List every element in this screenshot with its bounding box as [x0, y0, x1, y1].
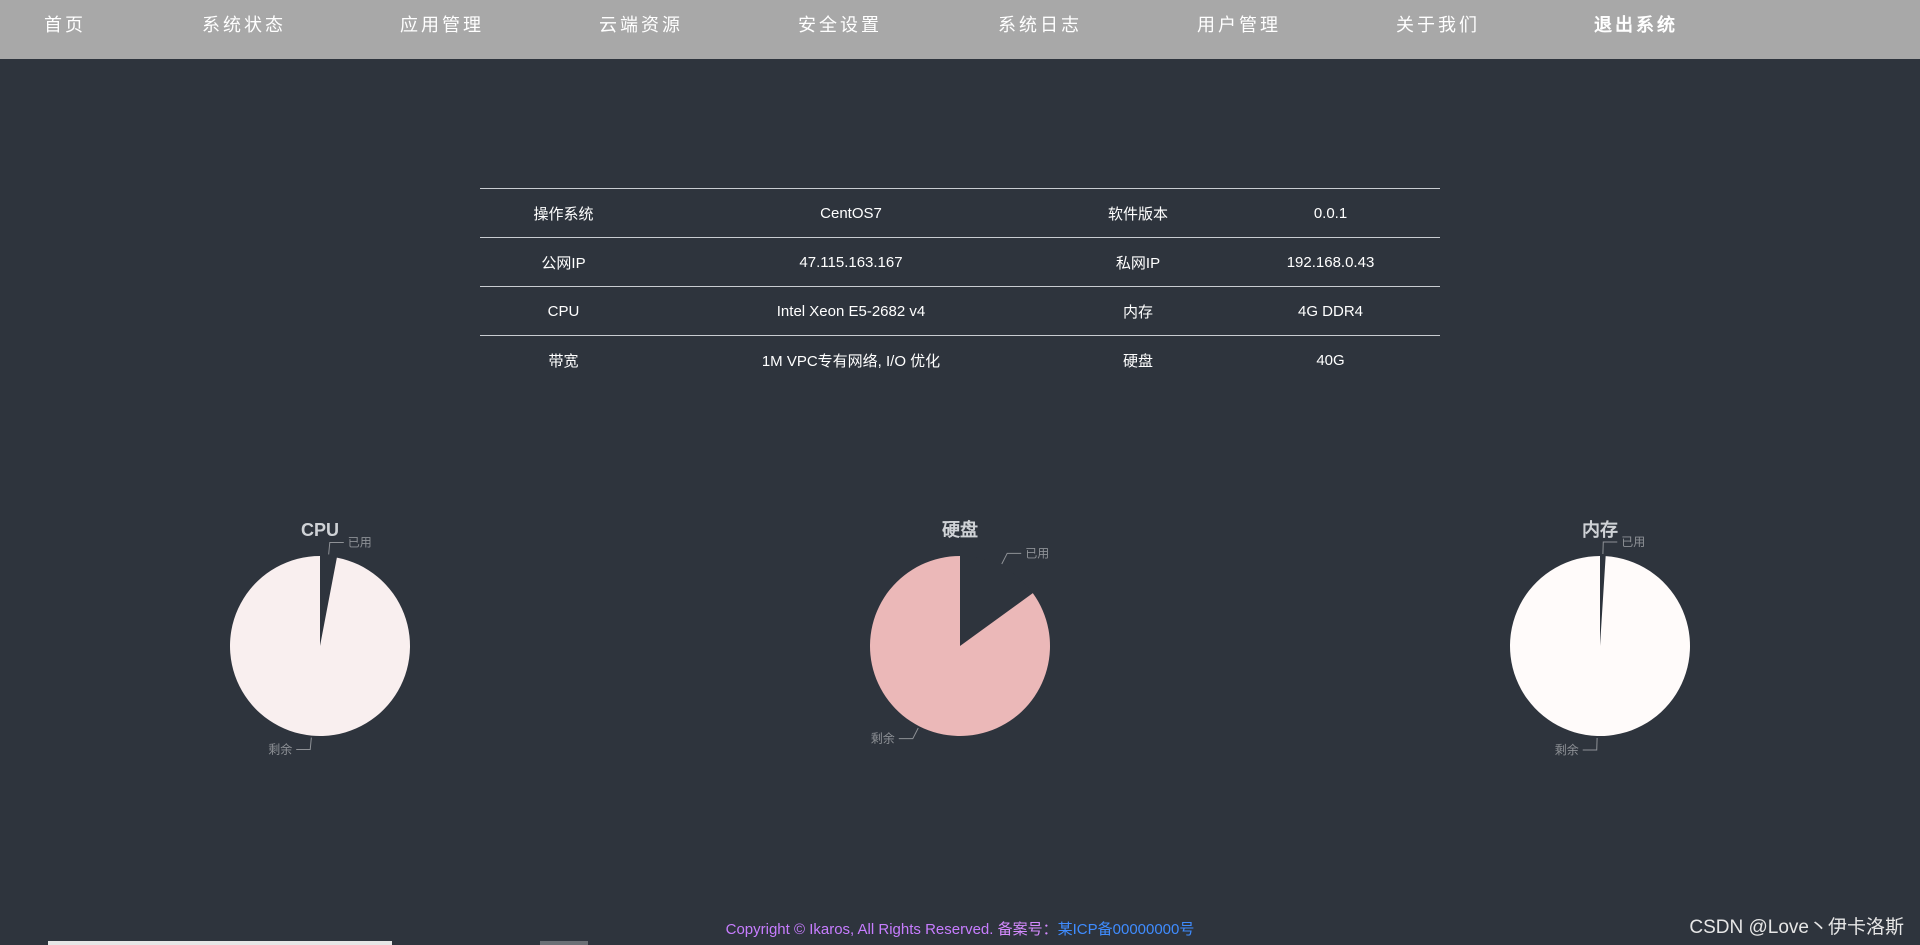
pie-label: 已用 [1621, 535, 1645, 549]
pie-label-line [898, 727, 919, 740]
info-label-software-version: 软件版本 [1055, 188, 1221, 238]
info-value-disk: 40G [1221, 335, 1440, 384]
info-value-public-ip: 47.115.163.167 [647, 237, 1055, 287]
csdn-watermark: CSDN @Love丶伊卡洛斯 [1689, 917, 1904, 938]
chart-title: 硬盘 [942, 519, 978, 540]
nav-item-system-log[interactable]: 系统日志 [998, 0, 1082, 52]
top-nav-bar: 首页 系统状态 应用管理 云端资源 安全设置 系统日志 用户管理 关于我们 退出… [0, 0, 1920, 59]
disk-pie-chart: 硬盘已用剩余 [740, 510, 1180, 790]
info-label-os: 操作系统 [480, 188, 647, 238]
nav-item-security-settings[interactable]: 安全设置 [798, 0, 882, 52]
table-row: 操作系统 CentOS7 软件版本 0.0.1 [480, 188, 1440, 238]
nav-item-about-us[interactable]: 关于我们 [1396, 0, 1480, 52]
horizontal-scrollbar-marker [540, 941, 588, 945]
nav-item-home[interactable]: 首页 [44, 0, 86, 52]
info-label-public-ip: 公网IP [480, 237, 647, 287]
pie-label: 已用 [1025, 546, 1049, 560]
info-value-os: CentOS7 [647, 188, 1055, 238]
pie-label: 剩余 [871, 731, 895, 746]
pie-label: 剩余 [1555, 742, 1579, 757]
pie-svg: 内存已用剩余 [1510, 519, 1691, 757]
info-value-software-version: 0.0.1 [1221, 188, 1440, 238]
pie-slice-free[interactable] [230, 556, 410, 736]
table-row: 公网IP 47.115.163.167 私网IP 192.168.0.43 [480, 237, 1440, 287]
info-value-memory: 4G DDR4 [1221, 286, 1440, 336]
memory-pie-chart: 内存 已用剩余 [1380, 510, 1820, 790]
horizontal-scrollbar-thumb[interactable] [48, 941, 392, 945]
server-info-table: 操作系统 CentOS7 软件版本 0.0.1 公网IP 47.115.163.… [480, 188, 1440, 384]
info-label-bandwidth: 带宽 [480, 335, 647, 384]
nav-item-app-management[interactable]: 应用管理 [400, 0, 484, 52]
footer-copyright: Copyright © Ikaros, All Rights Reserved. [725, 921, 994, 938]
pie-label-line [1602, 541, 1618, 555]
nav-item-logout[interactable]: 退出系统 [1594, 0, 1678, 52]
info-value-private-ip: 192.168.0.43 [1221, 237, 1440, 287]
pie-label: 已用 [348, 535, 372, 549]
pie-label-line [296, 737, 312, 751]
info-value-cpu: Intel Xeon E5-2682 v4 [647, 286, 1055, 336]
pie-label-line [1001, 552, 1022, 565]
table-row: CPU Intel Xeon E5-2682 v4 内存 4G DDR4 [480, 286, 1440, 336]
info-label-cpu: CPU [480, 286, 647, 336]
info-value-bandwidth: 1M VPC专有网络, I/O 优化 [647, 335, 1055, 384]
nav-item-system-status[interactable]: 系统状态 [202, 0, 286, 52]
nav-item-user-management[interactable]: 用户管理 [1197, 0, 1281, 52]
pie-label-line [328, 541, 344, 555]
pie-svg: CPU 已用剩余 [230, 520, 410, 757]
nav-item-cloud-resources[interactable]: 云端资源 [599, 0, 683, 52]
table-row: 带宽 1M VPC专有网络, I/O 优化 硬盘 40G [480, 335, 1440, 384]
footer-icp-label: 备案号： [997, 921, 1058, 938]
info-label-private-ip: 私网IP [1055, 237, 1221, 287]
pie-label-line [1582, 737, 1598, 751]
cpu-pie-chart: CPU 已用剩余 [100, 510, 540, 790]
info-label-disk: 硬盘 [1055, 335, 1221, 384]
info-label-memory: 内存 [1055, 286, 1221, 336]
pie-svg: 硬盘已用剩余 [870, 519, 1050, 746]
chart-title: 内存 [1582, 519, 1618, 540]
pie-label: 剩余 [268, 742, 292, 757]
footer-icp-link[interactable]: 某ICP备00000000号 [1058, 921, 1195, 938]
chart-title: CPU [301, 520, 339, 540]
page-footer: Copyright © Ikaros, All Rights Reserved.… [0, 918, 1920, 939]
